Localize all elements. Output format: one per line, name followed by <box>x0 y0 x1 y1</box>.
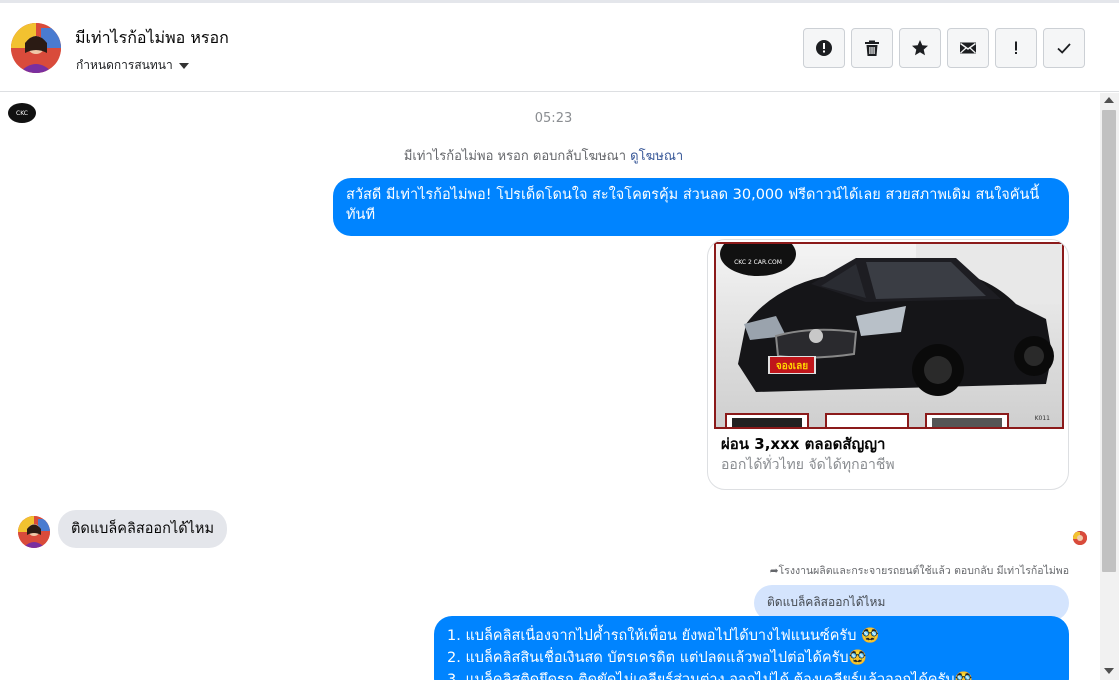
delete-button[interactable] <box>851 28 893 68</box>
conversation-options[interactable]: กำหนดการสนทนา <box>76 56 189 75</box>
star-icon <box>912 40 928 56</box>
seen-indicator-avatar <box>1073 531 1087 545</box>
conversation-options-label: กำหนดการสนทนา <box>76 58 173 72</box>
scroll-down-arrow-icon[interactable] <box>1104 668 1114 674</box>
reply-arrow-icon: ➦ <box>769 565 779 577</box>
envelope-icon <box>960 42 976 54</box>
contact-name: มีเท่าไรก้อไม่พอ หรอก <box>75 28 229 47</box>
exclamation-icon <box>1015 41 1017 54</box>
message-thread: CKC 05:23 มีเท่าไรก้อไม่พอ หรอก ตอบกลับโ… <box>0 93 1100 680</box>
ad-subtitle: ออกได้ทั่วไทย จัดได้ทุกอาชีพ <box>721 457 895 473</box>
star-button[interactable] <box>899 28 941 68</box>
ad-code-text: K011 <box>1035 415 1051 422</box>
incoming-message[interactable]: ติดแบล็คลิสออกได้ไหม <box>58 510 228 548</box>
scroll-up-arrow-icon[interactable] <box>1104 97 1114 103</box>
reply-line: 2. แบล็คลิสสินเชื่อเงินสด บัตรเครดิต แต่… <box>447 650 867 666</box>
toolbar <box>803 28 1085 68</box>
alert-circle-icon <box>816 40 832 56</box>
check-icon <box>1057 43 1071 54</box>
ad-reply-note: มีเท่าไรก้อไม่พอ หรอก ตอบกลับโฆษณา ดูโฆษ… <box>0 145 1087 166</box>
scrollbar[interactable] <box>1100 93 1119 680</box>
message-timestamp: 05:23 <box>534 111 573 126</box>
outgoing-message-reply[interactable]: 1. แบล็คลิสเนื่องจากไปค้ำรถให้เพื่อน ยัง… <box>434 616 1069 680</box>
view-ad-link[interactable]: ดูโฆษณา <box>630 149 683 164</box>
done-button[interactable] <box>1043 28 1085 68</box>
reply-line: 1. แบล็คลิสเนื่องจากไปค้ำรถให้เพื่อน ยัง… <box>447 628 880 644</box>
ad-title: ผ่อน 3,xxx ตลอดสัญญา <box>721 435 886 453</box>
reply-line: 3. แบล็คลิสติดยึดรถ ติดขัดไม่เคลียร์ส่วน… <box>447 672 973 680</box>
mark-unread-button[interactable] <box>947 28 989 68</box>
caret-down-icon <box>178 62 189 69</box>
reply-meta: ➦โรงงานผลิตและกระจายรถยนต์ใช้แล้ว ตอบกลั… <box>770 562 1069 579</box>
outgoing-message[interactable]: สวัสดี มีเท่าไรก้อไม่พอ! โปรเด็ดโดนใจ สะ… <box>333 178 1069 236</box>
conversation-header: มีเท่าไรก้อไม่พอ หรอก กำหนดการสนทนา <box>0 0 1119 92</box>
spam-button[interactable] <box>803 28 845 68</box>
ad-car-image: จองเลย CKC 2 CAR.COM K011 <box>714 242 1064 429</box>
ad-card[interactable]: จองเลย CKC 2 CAR.COM K011 ผ่อน 3,xxx ตลอ… <box>707 239 1069 490</box>
contact-avatar-small <box>18 516 50 548</box>
contact-avatar[interactable] <box>11 23 61 73</box>
trash-icon <box>865 40 879 56</box>
ad-reply-text: มีเท่าไรก้อไม่พอ หรอก ตอบกลับโฆษณา <box>403 149 627 164</box>
ad-logo-text: CKC 2 CAR.COM <box>734 259 782 266</box>
reply-meta-text: โรงงานผลิตและกระจายรถยนต์ใช้แล้ว ตอบกลับ… <box>778 565 1069 577</box>
scroll-thumb[interactable] <box>1102 110 1116 572</box>
follow-up-button[interactable] <box>995 28 1037 68</box>
ad-badge-text: จองเลย <box>776 361 808 372</box>
